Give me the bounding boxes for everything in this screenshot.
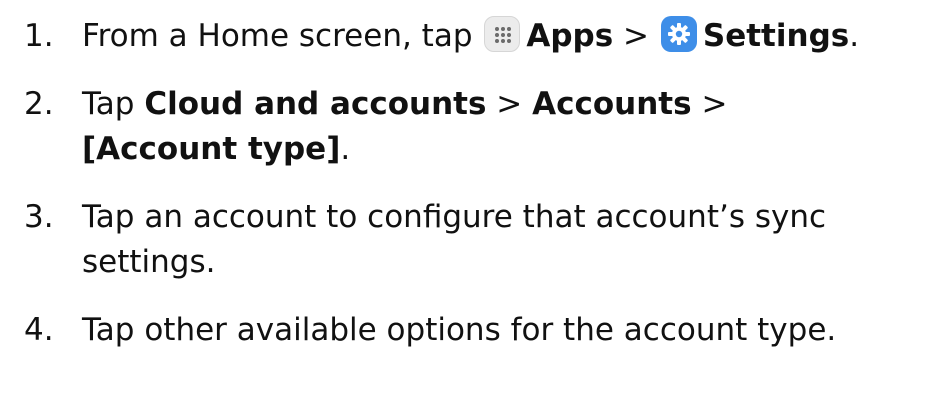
step-2: 2. Tap Cloud and accounts > Accounts > [… xyxy=(24,82,944,172)
step-2-line-1: Tap Cloud and accounts > Accounts > xyxy=(82,82,944,127)
apps-icon xyxy=(484,16,521,52)
step-4: 4. Tap other available options for the a… xyxy=(24,308,944,353)
cloud-and-accounts-label: Cloud and accounts xyxy=(144,86,487,122)
chevron-separator: > xyxy=(496,86,523,122)
sentence-end: . xyxy=(340,131,351,167)
step-1: 1. From a Home screen, tap Apps > Settin… xyxy=(24,14,944,59)
step-text: Tap an account to configure that account… xyxy=(82,195,944,285)
step-2-line-2: [Account type]. xyxy=(82,127,944,172)
chevron-separator: > xyxy=(623,18,650,54)
step-3: 3. Tap an account to configure that acco… xyxy=(24,195,944,285)
step-text: Tap other available options for the acco… xyxy=(82,308,944,353)
step-number: 1. xyxy=(24,18,54,54)
step-number: 3. xyxy=(24,199,54,235)
step-text: Tap Cloud and accounts > Accounts > [Acc… xyxy=(82,82,944,172)
step-3-line-2: settings. xyxy=(82,244,216,280)
step-1-intro: From a Home screen, tap xyxy=(82,18,473,54)
account-type-label: [Account type] xyxy=(82,131,341,167)
sentence-end: . xyxy=(849,18,860,54)
accounts-label: Accounts xyxy=(532,86,692,122)
step-number: 4. xyxy=(24,312,54,348)
step-number: 2. xyxy=(24,86,54,122)
step-4-line-1: Tap other available options for the acco… xyxy=(82,312,837,348)
apps-label: Apps xyxy=(526,18,614,54)
step-3-line-1: Tap an account to configure that account… xyxy=(82,199,827,235)
step-text: From a Home screen, tap Apps > Settings. xyxy=(82,14,944,59)
chevron-separator: > xyxy=(701,86,728,122)
step-2-intro: Tap xyxy=(82,86,135,122)
settings-gear-icon xyxy=(660,16,697,52)
instruction-steps: 1. From a Home screen, tap Apps > Settin… xyxy=(24,14,944,376)
settings-label: Settings xyxy=(702,18,850,54)
